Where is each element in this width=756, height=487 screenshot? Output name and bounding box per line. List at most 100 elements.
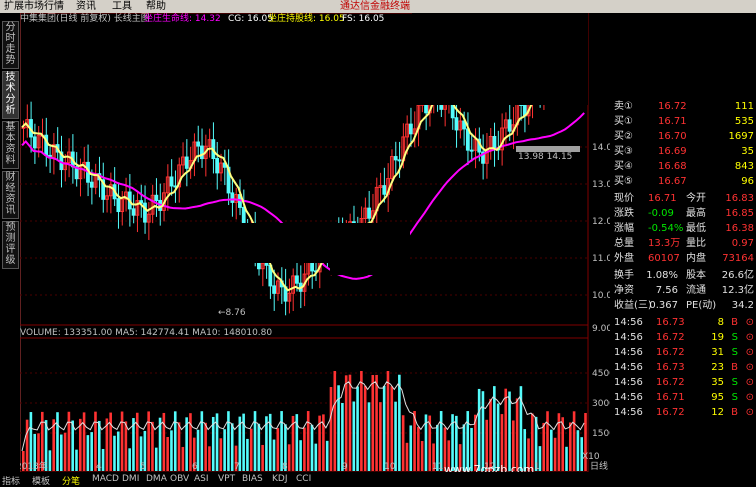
- stat-row: 外盘 60107 内盘 73164: [612, 252, 756, 265]
- volume-bar: [314, 443, 318, 471]
- bottom-tab[interactable]: 指标: [2, 474, 20, 487]
- candle-body: [32, 136, 37, 149]
- bottom-tab[interactable]: 模板: [32, 474, 50, 487]
- candle-body: [295, 275, 299, 284]
- quote-label: 买③: [614, 146, 633, 157]
- tab-rating[interactable]: 预测评级: [2, 221, 19, 269]
- volume-bar: [75, 449, 78, 471]
- menu-item-market[interactable]: 扩展市场行情: [4, 0, 64, 13]
- tick-side: S: [731, 332, 738, 343]
- tick-volume: 95: [711, 392, 724, 403]
- stat-row: 现价 16.71 今开 16.83: [612, 192, 756, 205]
- stat-value: 16.83: [725, 193, 754, 204]
- stat-label: 总量: [614, 238, 634, 249]
- volume-bar: [329, 387, 333, 471]
- volume-bar: [71, 420, 74, 471]
- volume-bar: [333, 371, 337, 471]
- tick-time: 14:56: [614, 362, 643, 373]
- bottom-tab[interactable]: DMI: [122, 474, 139, 484]
- tick-row: 14:56 16.73 23 B ⊙: [612, 361, 756, 374]
- volume-bar: [173, 411, 177, 471]
- volume-bar: [553, 437, 557, 471]
- volume-tick: 45000: [592, 369, 610, 379]
- volume-bar: [379, 402, 382, 471]
- stat-label: 净资: [614, 285, 634, 296]
- stat-value: 7.56: [655, 285, 678, 296]
- volume-bar: [227, 411, 230, 471]
- tick-volume: 35: [711, 377, 724, 388]
- price-tick: 14.00: [592, 143, 610, 153]
- candle-body: [507, 119, 512, 132]
- candle-body: [397, 159, 402, 162]
- stat-label: 涨幅: [614, 223, 634, 234]
- stat-value: 12.3亿: [721, 285, 754, 296]
- tick-price: 16.73: [656, 317, 685, 328]
- tab-fundamentals[interactable]: 基本资料: [2, 121, 19, 169]
- high-marker: 13.98 14.15: [518, 152, 572, 162]
- price-tick: 9.00: [592, 324, 610, 334]
- legend-fs: FS: 16.05: [342, 14, 384, 24]
- tab-intraday[interactable]: 分时走势: [2, 21, 19, 69]
- volume-bar: [90, 432, 93, 471]
- bottom-tab[interactable]: DMA: [146, 474, 167, 484]
- volume-bar: [375, 374, 378, 471]
- quote-label: 买④: [614, 161, 633, 172]
- menu-item-info[interactable]: 资讯: [76, 0, 96, 13]
- kline-chart[interactable]: 中集集团(日线 前复权) 长线主图 坐庄生命线: 14.32 CG: 16.05…: [20, 13, 610, 487]
- stat-label: 收益(三): [614, 300, 652, 311]
- date-label: 1: [534, 462, 540, 472]
- volume-tick: 15000: [592, 429, 610, 439]
- tick-dot: ⊙: [745, 392, 754, 403]
- quote-row: 买④ 16.68 843: [612, 160, 756, 173]
- volume-bar: [113, 435, 116, 471]
- stat-value: 16.71: [648, 193, 677, 204]
- menu-item-tools[interactable]: 工具: [112, 0, 132, 13]
- tab-technical[interactable]: 技术分析: [2, 71, 19, 119]
- volume-bar: [398, 374, 401, 471]
- quote-row: 卖① 16.72 111: [612, 100, 756, 113]
- tick-dot: ⊙: [745, 332, 754, 343]
- tick-side: S: [731, 347, 738, 358]
- volume-bar: [382, 385, 386, 471]
- volume-bar: [417, 426, 420, 471]
- quote-price: 16.67: [658, 176, 687, 187]
- candle-body: [230, 192, 235, 203]
- bottom-tab[interactable]: KDJ: [272, 474, 288, 484]
- volume-bar: [135, 412, 139, 471]
- volume-bar: [401, 415, 405, 471]
- bottom-tab[interactable]: BIAS: [242, 474, 263, 484]
- quote-label: 买⑤: [614, 176, 633, 187]
- tick-price: 16.73: [656, 362, 685, 373]
- quote-label: 买①: [614, 116, 633, 127]
- volume-bar: [67, 411, 71, 471]
- stat-value: 73164: [722, 253, 754, 264]
- tab-news[interactable]: 财经资讯: [2, 171, 19, 219]
- menu-item-help[interactable]: 帮助: [146, 0, 166, 13]
- bottom-tab[interactable]: VPT: [218, 474, 235, 484]
- stat-value: 26.6亿: [721, 270, 754, 281]
- bottom-tab[interactable]: ASI: [194, 474, 209, 484]
- stat-label: 股本: [686, 270, 706, 281]
- volume-bar: [496, 403, 500, 471]
- stat-label: 换手: [614, 270, 634, 281]
- volume-bar: [170, 430, 173, 471]
- volume-bar: [477, 388, 481, 471]
- tick-time: 14:56: [614, 407, 643, 418]
- candle-body: [169, 176, 174, 187]
- price-tick: 12.00: [592, 217, 610, 227]
- price-tick: 13.00: [592, 180, 610, 190]
- bottom-tab[interactable]: MACD: [92, 474, 119, 484]
- bottom-tab[interactable]: OBV: [170, 474, 189, 484]
- volume-bar: [546, 411, 549, 471]
- period-label[interactable]: 日线: [590, 460, 608, 472]
- quote-row: 买③ 16.69 35: [612, 145, 756, 158]
- candle-body: [264, 262, 269, 266]
- bottom-tab[interactable]: CCI: [296, 474, 311, 484]
- volume-bar: [124, 421, 128, 471]
- volume-bar: [352, 401, 356, 471]
- bottom-tab[interactable]: 分笔: [62, 474, 80, 487]
- tick-side: B: [731, 317, 738, 328]
- candle-body: [367, 207, 371, 219]
- broker-title: 通达信金融终端: [340, 1, 410, 12]
- tick-price: 16.72: [656, 377, 685, 388]
